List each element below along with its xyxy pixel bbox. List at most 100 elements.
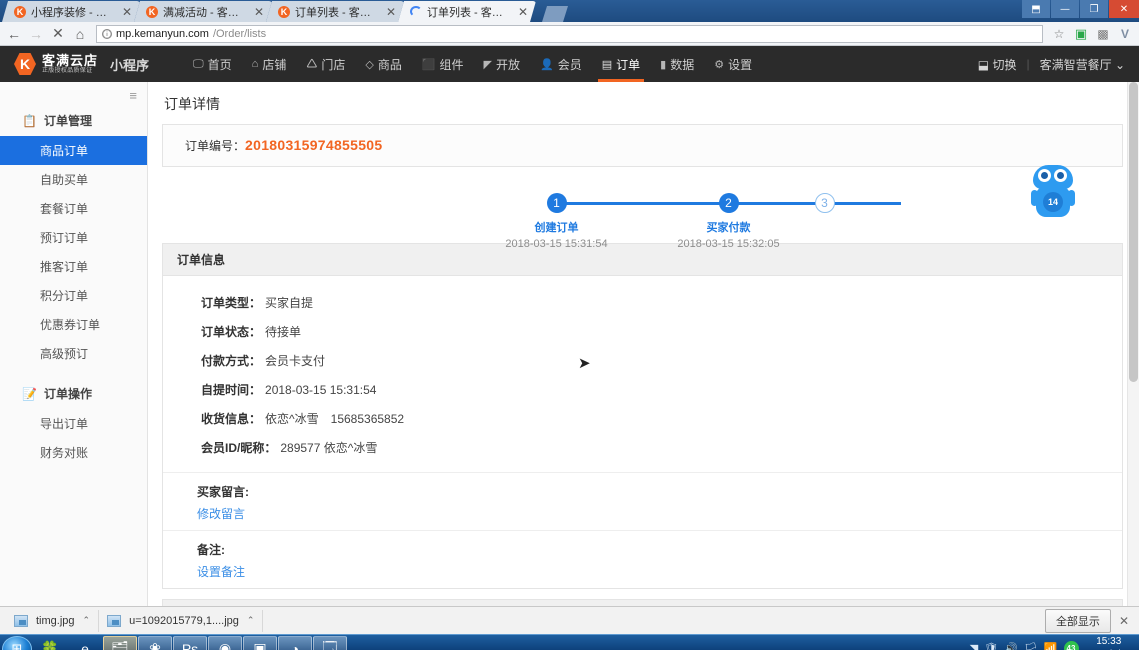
close-download-bar-icon[interactable]: ✕ xyxy=(1119,614,1133,628)
set-remark-link[interactable]: 设置备注 xyxy=(197,563,245,580)
show-all-downloads-button[interactable]: 全部显示 xyxy=(1044,608,1111,633)
sidebar-item-package-order[interactable]: 套餐订单 xyxy=(0,194,147,223)
switch-button[interactable]: ⬓ 切换 xyxy=(978,56,1017,73)
nav-item-shop[interactable]: ⌂ 店铺 xyxy=(242,46,297,82)
taskbar-app-icon-explorer[interactable]: 🗂 xyxy=(103,635,137,650)
nav-item-settings[interactable]: ⚙ 设置 xyxy=(704,46,762,82)
info-row-order-status: 订单状态： 待接单 xyxy=(163,317,1122,346)
taskbar-app-icon[interactable]: 🗔 xyxy=(313,635,347,650)
nav-item-home[interactable]: 🖵 首页 xyxy=(183,46,242,82)
sidebar-group-label: 订单管理 xyxy=(43,114,92,128)
taskbar-app-icon[interactable]: 🍀 xyxy=(33,636,67,650)
sidebar-item-advanced-reserve[interactable]: 高级预订 xyxy=(0,339,147,368)
sidebar-item-reserve-order[interactable]: 预订订单 xyxy=(0,223,147,252)
tab-close-icon[interactable]: ✕ xyxy=(120,5,134,19)
buyer-message-label: 买家留言: xyxy=(197,485,249,499)
page-title: 订单详情 xyxy=(164,96,220,112)
extension-green-icon[interactable]: ▣ xyxy=(1071,26,1091,42)
home-icon[interactable]: ⌂ xyxy=(70,26,90,42)
forward-icon[interactable]: → xyxy=(26,26,46,42)
tab-close-icon[interactable]: ✕ xyxy=(516,5,530,19)
tray-icon-action-center[interactable]: 🏳 xyxy=(1024,642,1038,650)
content-area: 订单详情 订单编号：20180315974855505 1 创建订单 2018-… xyxy=(148,82,1139,606)
step-number: 2 xyxy=(718,193,739,213)
new-tab-button[interactable] xyxy=(542,6,568,22)
extension-v-icon[interactable]: V xyxy=(1115,27,1135,41)
chevron-up-icon[interactable]: ⌃ xyxy=(247,615,255,626)
sidebar-item-points-order[interactable]: 积分订单 xyxy=(0,281,147,310)
site-info-icon[interactable]: ⓘ xyxy=(102,28,112,39)
window-close-button[interactable]: ✕ xyxy=(1109,0,1139,18)
brand-name: 客满云店 xyxy=(42,53,99,69)
browser-tab[interactable]: K 订单列表 - 客满云店 ✕ xyxy=(266,1,404,22)
download-item[interactable]: u=1092015779,1....jpg ⌃ xyxy=(99,609,264,632)
tab-title: 订单列表 - 客满云店 xyxy=(295,6,371,19)
nav-item-goods[interactable]: ◇ 商品 xyxy=(355,46,411,82)
sidebar-group-order-operations[interactable]: 📝 订单操作 xyxy=(0,378,147,409)
buyer-message-block: 买家留言: 修改留言 xyxy=(163,472,1122,530)
download-item[interactable]: timg.jpg ⌃ xyxy=(6,609,100,632)
info-row-delivery-info: 收货信息： 依恋^冰雪 15685365852 xyxy=(163,404,1122,433)
switch-label: 切换 xyxy=(992,57,1017,72)
mascot-badge: 14 xyxy=(1043,192,1063,212)
tray-icon-volume[interactable]: 🔊 xyxy=(1004,642,1018,650)
sidebar-group-order-management[interactable]: 📋 订单管理 xyxy=(0,105,147,136)
taskbar-app-icon[interactable]: ❀ xyxy=(138,635,172,650)
tray-icon-network[interactable]: 📶 xyxy=(1044,642,1058,650)
sidebar-item-self-pay[interactable]: 自助买单 xyxy=(0,165,147,194)
order-number-label: 订单编号： xyxy=(185,139,246,153)
address-bar[interactable]: ⓘ mp.kemanyun.com/Order/lists xyxy=(96,24,1043,43)
tab-close-icon[interactable]: ✕ xyxy=(252,5,266,19)
edit-message-link[interactable]: 修改留言 xyxy=(197,505,245,522)
assistant-mascot[interactable]: 14 xyxy=(1031,165,1075,221)
nav-item-label: 首页 xyxy=(207,57,232,72)
taskbar-app-icon[interactable]: ▣ xyxy=(243,635,277,650)
tray-badge[interactable]: 43 xyxy=(1063,641,1079,650)
start-button[interactable]: ⊞ xyxy=(2,635,32,650)
nav-item-member[interactable]: 👤 会员 xyxy=(530,46,592,82)
scrollbar-thumb[interactable] xyxy=(1129,82,1138,382)
sidebar-item-promoter-order[interactable]: 推客订单 xyxy=(0,252,147,281)
chevron-up-icon[interactable]: ⌃ xyxy=(83,615,91,626)
browser-tab[interactable]: K 满减活动 - 客满云店 ✕ xyxy=(134,1,272,22)
header-divider: | xyxy=(1026,57,1030,71)
download-file-name: u=1092015779,1....jpg xyxy=(129,614,239,627)
sidebar-collapse-icon[interactable]: ≡ xyxy=(0,82,147,105)
taskbar-app-icon-chrome[interactable]: ◉ xyxy=(208,635,242,650)
sidebar-item-coupon-order[interactable]: 优惠券订单 xyxy=(0,310,147,339)
account-name: 客满智营餐厅 xyxy=(1039,57,1112,72)
taskbar-clock[interactable]: 15:33 2018/3/15 xyxy=(1085,636,1132,650)
taskbar-app-icon-obs[interactable]: ◕ xyxy=(278,635,312,650)
tab-title: 订单列表 - 客满云店 xyxy=(427,6,503,19)
browser-tab-active[interactable]: 订单列表 - 客满云店 ✕ xyxy=(398,1,536,22)
nav-item-order[interactable]: ▤ 订单 xyxy=(592,46,650,82)
taskbar-app-icon[interactable]: e xyxy=(68,636,102,650)
window-minimize-button[interactable]: — xyxy=(1051,0,1079,18)
remark-block: 备注: 设置备注 xyxy=(163,530,1122,588)
sidebar-item-export-order[interactable]: 导出订单 xyxy=(0,409,147,438)
nav-item-open[interactable]: ◤ 开放 xyxy=(474,46,530,82)
back-icon[interactable]: ← xyxy=(4,26,24,42)
window-maximize-button[interactable]: ❐ xyxy=(1080,0,1108,18)
tab-title: 满减活动 - 客满云店 xyxy=(163,6,239,19)
app-logo[interactable]: K 客满云店 正版授权品质保证 小程序 xyxy=(14,53,149,75)
nav-item-label: 数据 xyxy=(670,57,695,72)
browser-tab[interactable]: K 小程序装修 - 客满云店 ✕ xyxy=(2,1,140,22)
content-scrollbar[interactable] xyxy=(1127,82,1139,606)
nav-item-data[interactable]: ▮ 数据 xyxy=(650,46,704,82)
tab-close-icon[interactable]: ✕ xyxy=(384,5,398,19)
info-label: 付款方式： xyxy=(201,354,262,368)
sidebar-item-goods-order[interactable]: 商品订单 xyxy=(0,136,147,165)
window-extra-button[interactable]: ⬒ xyxy=(1022,0,1050,18)
account-menu[interactable]: 客满智营餐厅 ⌄ xyxy=(1040,56,1125,73)
nav-item-components[interactable]: ⬛ 组件 xyxy=(412,46,474,82)
taskbar-app-icon-photoshop[interactable]: Ps xyxy=(173,635,207,650)
extension-gray-icon[interactable]: ▩ xyxy=(1093,27,1113,41)
nav-item-store[interactable]: 🛆 门店 xyxy=(296,46,355,82)
bookmark-star-icon[interactable]: ☆ xyxy=(1049,27,1069,41)
stop-icon[interactable]: ✕ xyxy=(48,25,68,42)
sidebar-item-finance-reconcile[interactable]: 财务对账 xyxy=(0,438,147,467)
tray-icon-security[interactable]: 🛡 xyxy=(984,642,998,650)
tab-title: 小程序装修 - 客满云店 xyxy=(31,6,107,19)
tray-icon-show-hidden[interactable]: ◥ xyxy=(970,642,978,650)
